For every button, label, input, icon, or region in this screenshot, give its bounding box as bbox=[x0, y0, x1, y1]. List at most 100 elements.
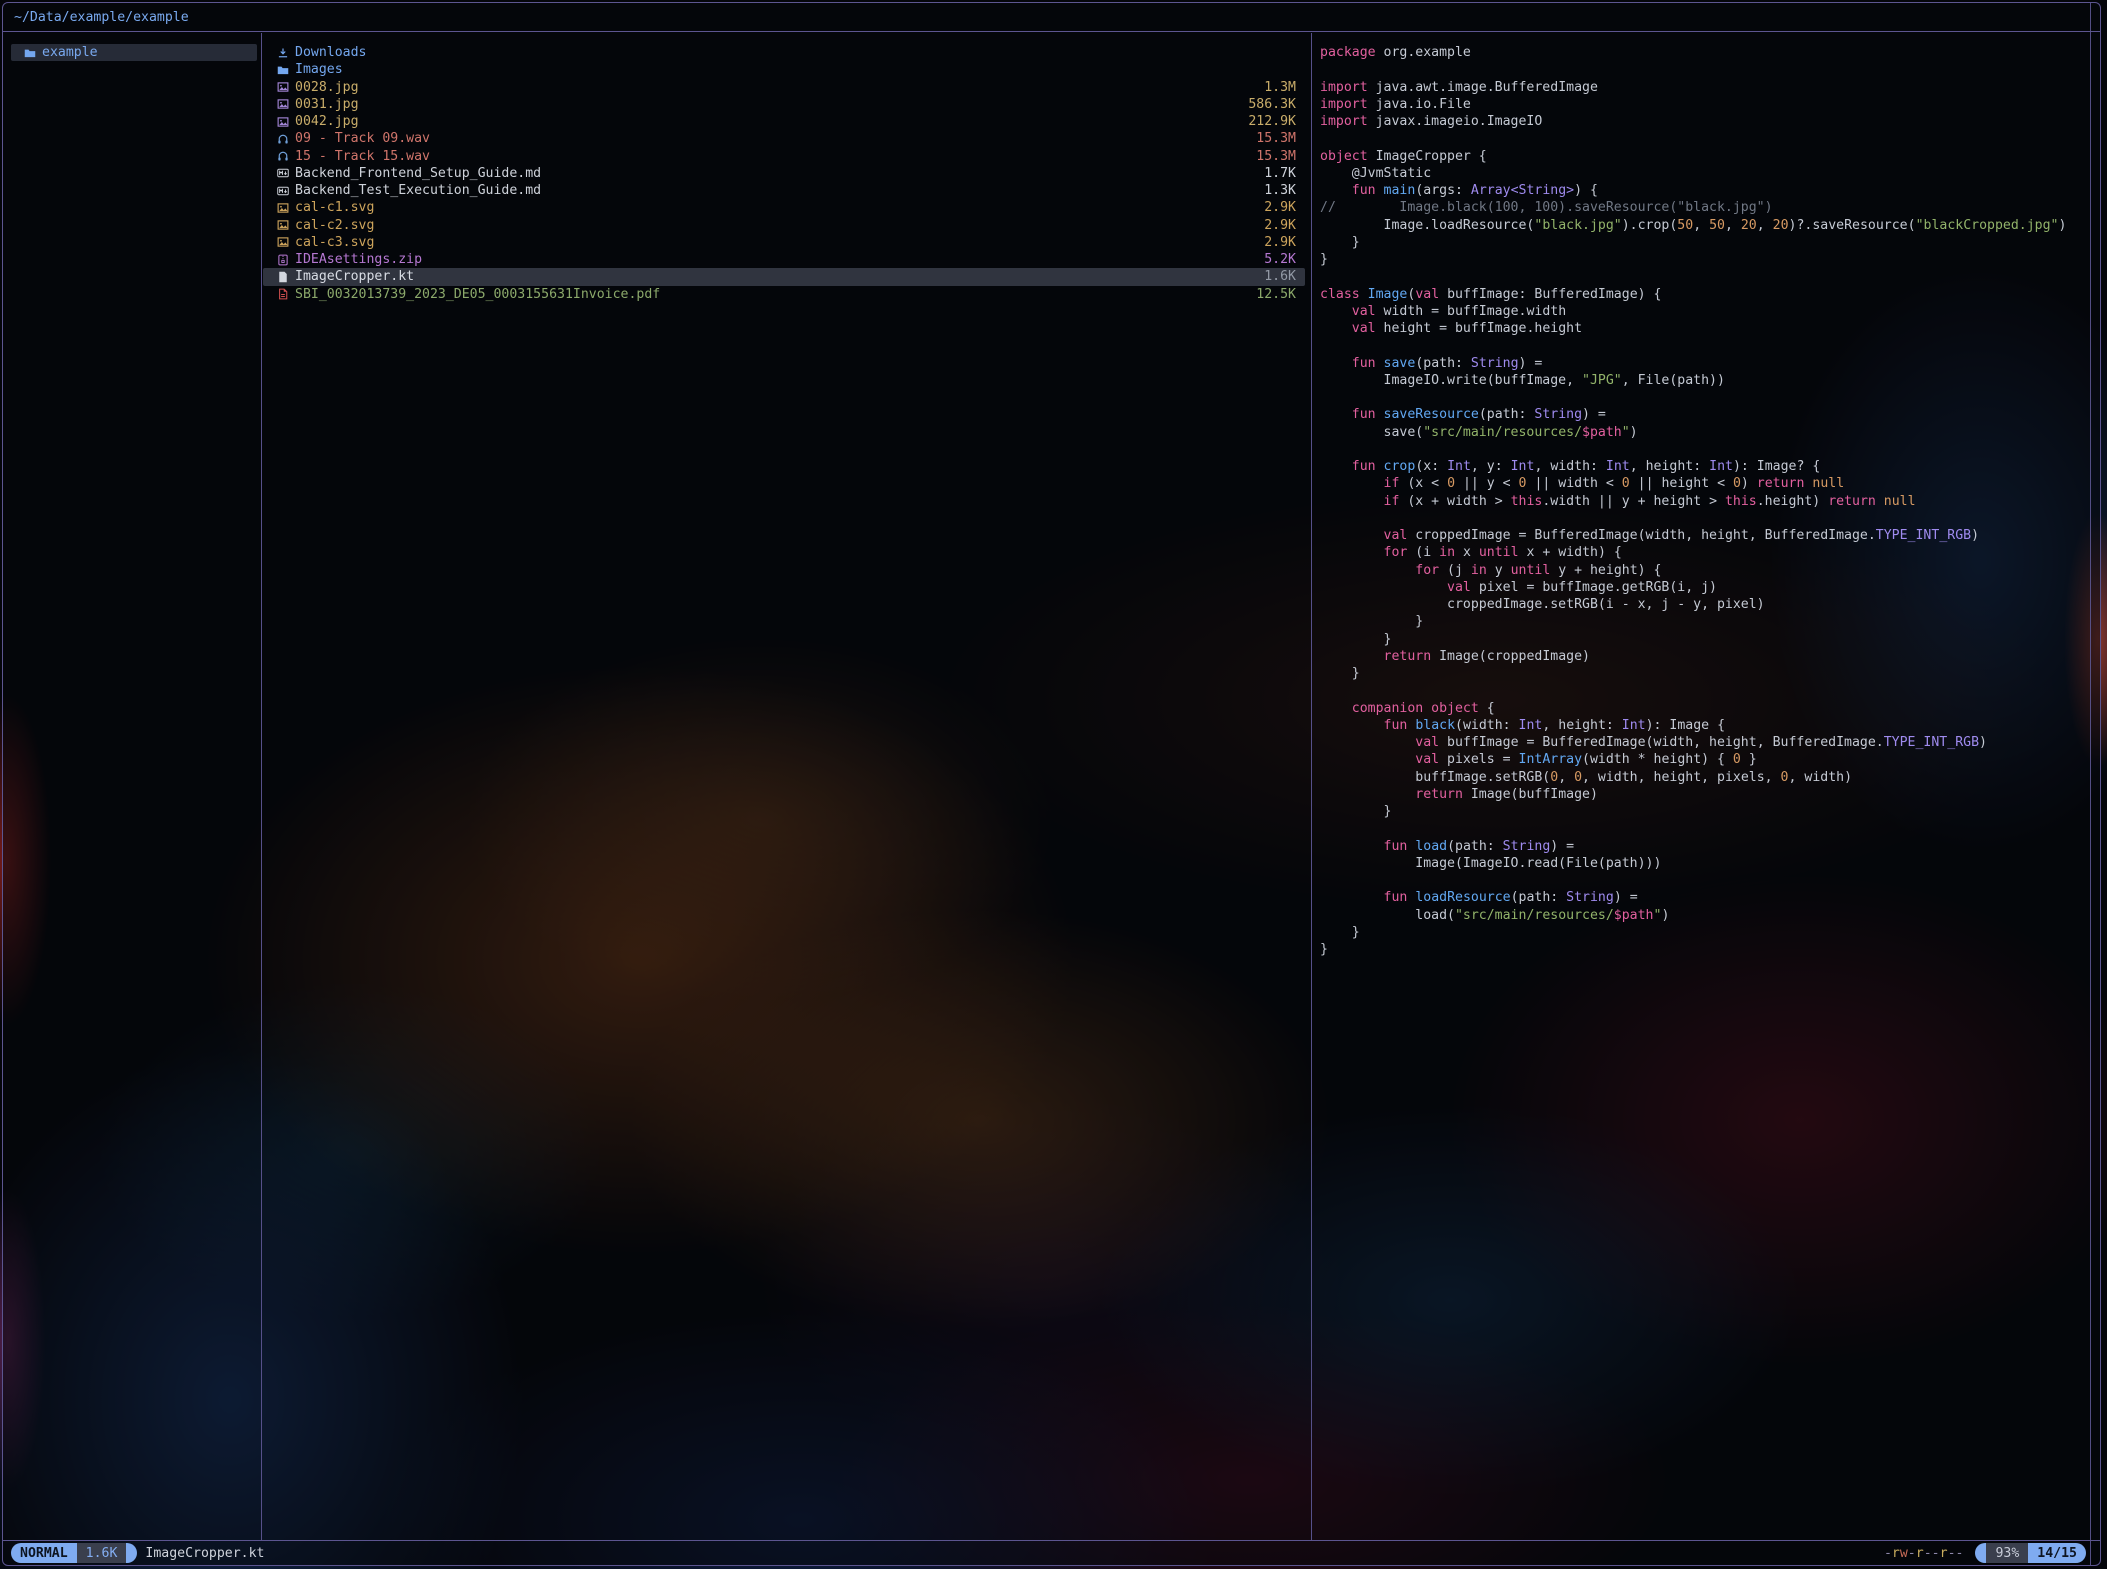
file-size: 2.9K bbox=[1264, 199, 1296, 216]
code-line: fun loadResource(path: String) = bbox=[1320, 889, 2094, 906]
file-row[interactable]: cal-c3.svg2.9K bbox=[263, 234, 1305, 251]
folder-icon bbox=[276, 63, 289, 76]
code-line bbox=[1320, 682, 2094, 699]
file-name: IDEAsettings.zip bbox=[295, 251, 1264, 268]
code-line bbox=[1320, 130, 2094, 147]
code-line: val pixels = IntArray(width * height) { … bbox=[1320, 751, 2094, 768]
audio-icon bbox=[276, 150, 289, 163]
code-line: val pixel = buffImage.getRGB(i, j) bbox=[1320, 579, 2094, 596]
status-right-group: -rw-r--r-- 93% 14/15 bbox=[1884, 1543, 2086, 1563]
code-line: companion object { bbox=[1320, 700, 2094, 717]
status-bar: NORMAL 1.6K ImageCropper.kt -rw-r--r-- 9… bbox=[3, 1540, 2100, 1565]
file-row[interactable]: Backend_Frontend_Setup_Guide.md1.7K bbox=[263, 165, 1305, 182]
file-row[interactable]: SBI_0032013739_2023_DE05_0003155631Invoi… bbox=[263, 286, 1305, 303]
code-line: Image.loadResource("black.jpg").crop(50,… bbox=[1320, 217, 2094, 234]
code-line: val height = buffImage.height bbox=[1320, 320, 2094, 337]
current-file-name: ImageCropper.kt bbox=[145, 1546, 264, 1561]
markdown-icon bbox=[276, 167, 289, 180]
code-line: fun black(width: Int, height: Int): Imag… bbox=[1320, 717, 2094, 734]
file-row[interactable]: 0028.jpg1.3M bbox=[263, 79, 1305, 96]
code-line: val buffImage = BufferedImage(width, hei… bbox=[1320, 734, 2094, 751]
file-row[interactable]: IDEAsettings.zip5.2K bbox=[263, 251, 1305, 268]
file-row[interactable]: 0031.jpg586.3K bbox=[263, 96, 1305, 113]
code-line: } bbox=[1320, 631, 2094, 648]
file-row[interactable]: Downloads bbox=[263, 44, 1305, 61]
code-line: @JvmStatic bbox=[1320, 165, 2094, 182]
preview-pane: package org.example import java.awt.imag… bbox=[1312, 33, 2100, 1541]
code-line: object ImageCropper { bbox=[1320, 148, 2094, 165]
breadcrumb-path: ~/Data/example/example bbox=[14, 10, 189, 25]
file-permissions: -rw-r--r-- bbox=[1884, 1546, 1964, 1561]
file-name: 09 - Track 09.wav bbox=[295, 130, 1256, 147]
file-row[interactable]: 09 - Track 09.wav15.3M bbox=[263, 130, 1305, 147]
code-line: fun saveResource(path: String) = bbox=[1320, 406, 2094, 423]
file-size: 15.3M bbox=[1256, 148, 1296, 165]
code-line: fun crop(x: Int, y: Int, width: Int, hei… bbox=[1320, 458, 2094, 475]
pane-edge-divider bbox=[2090, 2, 2091, 1566]
file-name: 15 - Track 15.wav bbox=[295, 148, 1256, 165]
file-row[interactable]: Backend_Test_Execution_Guide.md1.3K bbox=[263, 182, 1305, 199]
code-line: val width = buffImage.width bbox=[1320, 303, 2094, 320]
file-name: 0031.jpg bbox=[295, 96, 1248, 113]
file-row[interactable]: 0042.jpg212.9K bbox=[263, 113, 1305, 130]
code-line: if (x < 0 || y < 0 || width < 0 || heigh… bbox=[1320, 475, 2094, 492]
file-name: 0042.jpg bbox=[295, 113, 1248, 130]
file-size-badge: 1.6K bbox=[77, 1543, 127, 1563]
scroll-percent: 93% bbox=[1986, 1543, 2028, 1563]
code-line: croppedImage.setRGB(i - x, j - y, pixel) bbox=[1320, 596, 2094, 613]
cursor-position: 14/15 bbox=[2028, 1543, 2086, 1563]
code-line: import javax.imageio.ImageIO bbox=[1320, 113, 2094, 130]
file-row[interactable]: 15 - Track 15.wav15.3M bbox=[263, 148, 1305, 165]
file-size: 2.9K bbox=[1264, 234, 1296, 251]
file-size: 2.9K bbox=[1264, 217, 1296, 234]
image-icon bbox=[276, 219, 289, 232]
image-icon bbox=[276, 98, 289, 111]
code-line: buffImage.setRGB(0, 0, width, height, pi… bbox=[1320, 769, 2094, 786]
code-line: ImageIO.write(buffImage, "JPG", File(pat… bbox=[1320, 372, 2094, 389]
file-name: 0028.jpg bbox=[295, 79, 1264, 96]
image-icon bbox=[276, 81, 289, 94]
code-line: Image(ImageIO.read(File(path))) bbox=[1320, 855, 2094, 872]
code-line bbox=[1320, 872, 2094, 889]
file-size: 12.5K bbox=[1256, 286, 1296, 303]
code-line: package org.example bbox=[1320, 44, 2094, 61]
code-line: import java.io.File bbox=[1320, 96, 2094, 113]
audio-icon bbox=[276, 132, 289, 145]
code-line bbox=[1320, 510, 2094, 527]
file-name: cal-c1.svg bbox=[295, 199, 1264, 216]
code-line: // Image.black(100, 100).saveResource("b… bbox=[1320, 199, 2094, 216]
parent-dir-row[interactable]: example bbox=[11, 44, 257, 61]
code-line: return Image(buffImage) bbox=[1320, 786, 2094, 803]
file-name: cal-c2.svg bbox=[295, 217, 1264, 234]
status-left-group: NORMAL 1.6K ImageCropper.kt bbox=[11, 1543, 265, 1563]
image-icon bbox=[276, 115, 289, 128]
powerline-cap-icon bbox=[1975, 1543, 1986, 1563]
file-list-pane: DownloadsImages0028.jpg1.3M0031.jpg586.3… bbox=[262, 33, 1312, 1541]
code-line bbox=[1320, 441, 2094, 458]
file-size: 1.3K bbox=[1264, 182, 1296, 199]
code-line: } bbox=[1320, 665, 2094, 682]
file-row[interactable]: cal-c1.svg2.9K bbox=[263, 199, 1305, 216]
file-name: SBI_0032013739_2023_DE05_0003155631Invoi… bbox=[295, 286, 1256, 303]
mode-badge: NORMAL bbox=[11, 1543, 77, 1563]
code-line: val croppedImage = BufferedImage(width, … bbox=[1320, 527, 2094, 544]
yazi-title-bar: ~/Data/example/example bbox=[3, 3, 2100, 32]
code-line: save("src/main/resources/$path") bbox=[1320, 424, 2094, 441]
download-icon bbox=[276, 46, 289, 59]
file-row[interactable]: ImageCropper.kt1.6K bbox=[263, 268, 1305, 285]
panes-container: example DownloadsImages0028.jpg1.3M0031.… bbox=[3, 33, 2100, 1541]
code-line: } bbox=[1320, 924, 2094, 941]
code-line: fun load(path: String) = bbox=[1320, 838, 2094, 855]
file-row[interactable]: cal-c2.svg2.9K bbox=[263, 217, 1305, 234]
code-line: import java.awt.image.BufferedImage bbox=[1320, 79, 2094, 96]
folder-icon bbox=[23, 46, 36, 59]
file-name: Images bbox=[295, 61, 1296, 78]
image-icon bbox=[276, 236, 289, 249]
file-row[interactable]: Images bbox=[263, 61, 1305, 78]
powerline-cap-icon bbox=[126, 1543, 137, 1563]
code-line: } bbox=[1320, 613, 2094, 630]
file-name: ImageCropper.kt bbox=[295, 268, 1264, 285]
code-line: } bbox=[1320, 251, 2094, 268]
image-icon bbox=[276, 201, 289, 214]
code-line bbox=[1320, 61, 2094, 78]
